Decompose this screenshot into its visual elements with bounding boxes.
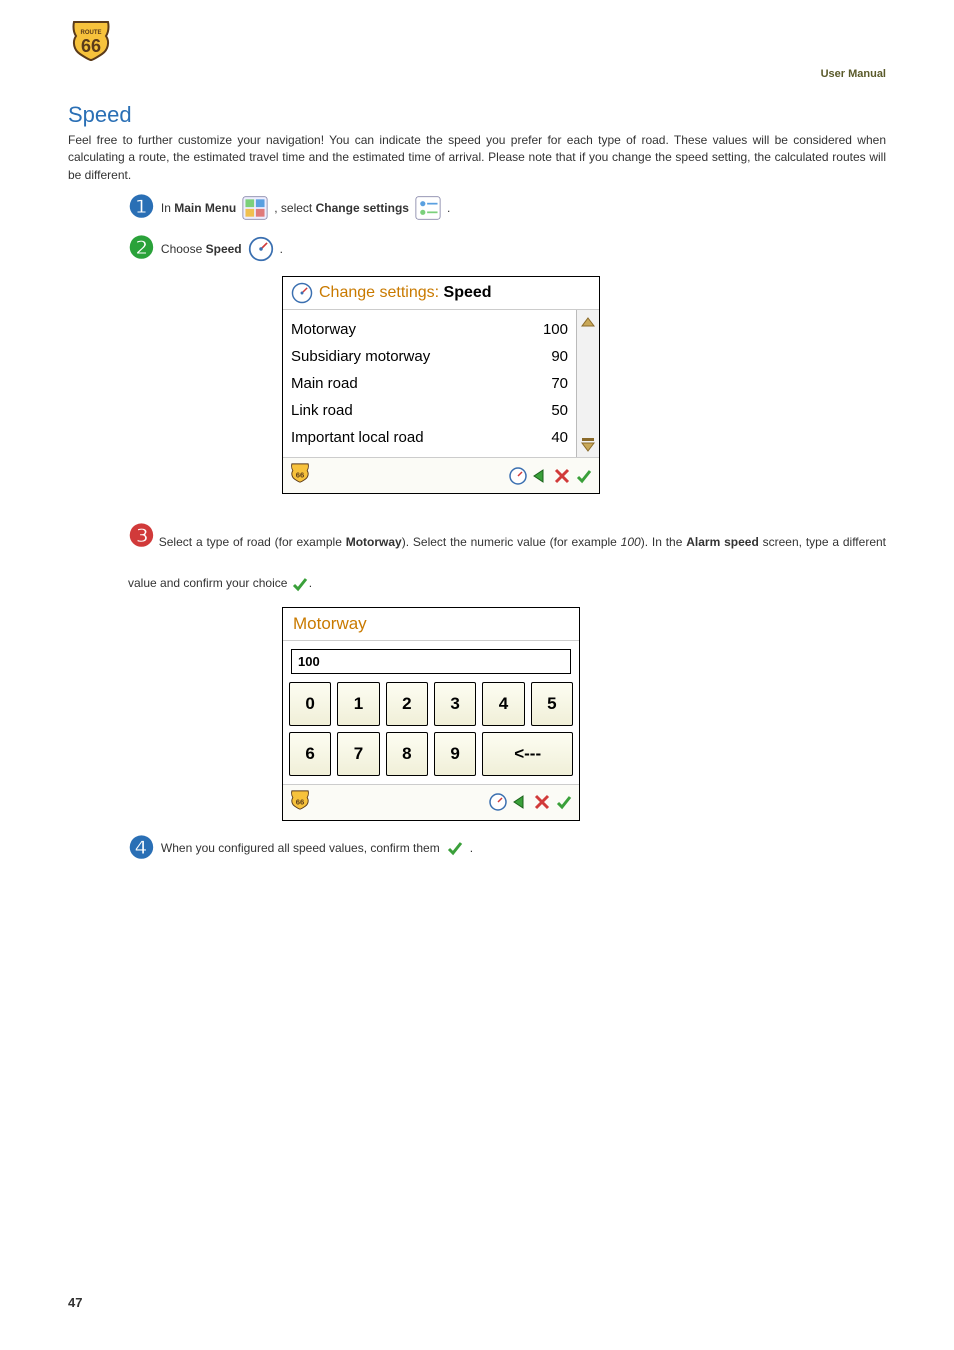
svg-text:66: 66 [296, 470, 305, 479]
route66-mini-icon: 66 [289, 462, 311, 489]
speed-settings-panel: Change settings: Speed Motorway100 Subsi… [282, 276, 600, 494]
panel2-footer: 66 [283, 784, 579, 820]
key-9[interactable]: 9 [434, 732, 476, 776]
panel1-title: Change settings: Speed [283, 277, 599, 310]
step-1: ❶ In Main Menu , select Change settings … [128, 190, 886, 225]
list-item[interactable]: Motorway100 [291, 316, 568, 343]
step-1-text: In Main Menu [161, 201, 236, 215]
scroll-up-icon[interactable] [579, 314, 597, 332]
step-number-3: ❸ [128, 504, 155, 570]
close-icon[interactable] [553, 467, 571, 485]
route66-mini-icon: 66 [289, 789, 311, 816]
list-item[interactable]: Subsidiary motorway90 [291, 343, 568, 370]
key-backspace[interactable]: <--- [482, 732, 573, 776]
panel1-footer: 66 [283, 457, 599, 493]
confirm-icon [446, 839, 464, 857]
confirm-icon[interactable] [575, 467, 593, 485]
panel2-title: Motorway [283, 608, 579, 641]
step-number-1: ❶ [128, 190, 155, 225]
main-menu-icon [242, 195, 268, 221]
keypad: 0 1 2 3 4 5 6 7 8 9 <--- [283, 682, 579, 784]
page-number: 47 [68, 1295, 82, 1310]
step-4-dot: . [470, 841, 473, 855]
list-item[interactable]: Main road70 [291, 370, 568, 397]
step-2-dot: . [280, 242, 283, 256]
close-icon[interactable] [533, 793, 551, 811]
speed-icon [248, 236, 274, 262]
scroll-down-icon[interactable] [579, 435, 597, 453]
speed-list: Motorway100 Subsidiary motorway90 Main r… [283, 310, 576, 457]
step-3: ❸ Select a type of road (for example Mot… [128, 504, 886, 596]
step-number-4: ❹ [128, 831, 155, 866]
list-item[interactable]: Important local road40 [291, 424, 568, 451]
change-settings-icon [415, 195, 441, 221]
key-7[interactable]: 7 [337, 732, 379, 776]
key-3[interactable]: 3 [434, 682, 476, 726]
step-4-text: When you configured all speed values, co… [161, 841, 440, 855]
key-4[interactable]: 4 [482, 682, 524, 726]
svg-text:66: 66 [296, 797, 305, 806]
step-1-dot: . [447, 201, 450, 215]
key-5[interactable]: 5 [531, 682, 573, 726]
confirm-icon [291, 575, 309, 593]
back-icon[interactable] [511, 793, 529, 811]
key-8[interactable]: 8 [386, 732, 428, 776]
step-number-2: ❷ [128, 231, 155, 266]
speed-input[interactable]: 100 [291, 649, 571, 674]
back-icon[interactable] [531, 467, 549, 485]
header-label: User Manual [821, 68, 886, 80]
page-title: Speed [68, 102, 886, 128]
step-4: ❹ When you configured all speed values, … [128, 831, 886, 866]
svg-text:66: 66 [81, 36, 101, 56]
key-2[interactable]: 2 [386, 682, 428, 726]
gauge-icon[interactable] [489, 793, 507, 811]
intro-text: Feel free to further customize your navi… [68, 132, 886, 184]
key-6[interactable]: 6 [289, 732, 331, 776]
step-2: ❷ Choose Speed . [128, 231, 886, 266]
step-2-text: Choose Speed [161, 242, 242, 256]
step-1-text-b: , select Change settings [274, 201, 409, 215]
route66-logo: ROUTE66 [68, 18, 114, 69]
gauge-icon[interactable] [509, 467, 527, 485]
alarm-speed-panel: Motorway 100 0 1 2 3 4 5 6 7 8 9 <--- 66 [282, 607, 580, 821]
list-item[interactable]: Link road50 [291, 397, 568, 424]
scrollbar[interactable] [576, 310, 599, 457]
key-0[interactable]: 0 [289, 682, 331, 726]
confirm-icon[interactable] [555, 793, 573, 811]
key-1[interactable]: 1 [337, 682, 379, 726]
